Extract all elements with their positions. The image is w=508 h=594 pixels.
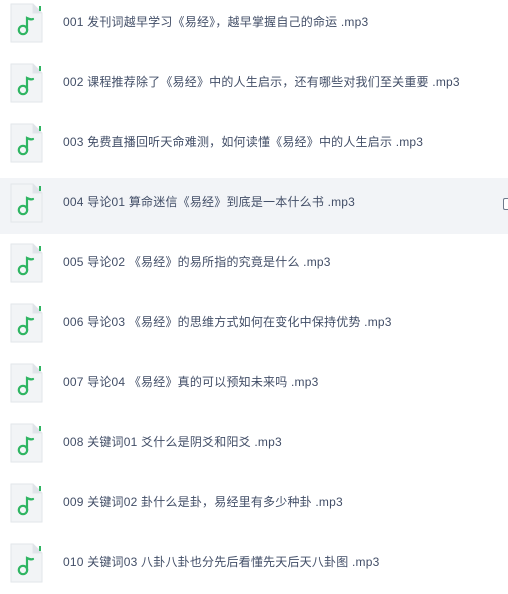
file-name: 004 导论01 算命迷信《易经》到底是一本什么书 .mp3 xyxy=(63,195,356,209)
file-row[interactable]: 007 导论04 《易经》真的可以预知未来吗 .mp3 xyxy=(0,358,508,414)
music-file-icon[interactable] xyxy=(9,423,43,463)
file-row[interactable]: 002 课程推荐除了《易经》中的人生启示，还有哪些对我们至关重要 .mp3 xyxy=(0,58,508,114)
row-checkbox[interactable] xyxy=(503,198,508,210)
file-row[interactable]: 001 发刊词越早学习《易经》，越早掌握自己的命运 .mp3 xyxy=(0,0,508,54)
file-name: 006 导论03 《易经》的思维方式如何在变化中保持优势 .mp3 xyxy=(63,315,392,329)
file-row[interactable]: 004 导论01 算命迷信《易经》到底是一本什么书 .mp3 xyxy=(0,178,508,234)
music-file-icon[interactable] xyxy=(9,363,43,403)
file-list: 001 发刊词越早学习《易经》，越早掌握自己的命运 .mp3 002 课程推荐除了… xyxy=(0,0,508,590)
music-file-icon[interactable] xyxy=(9,63,43,103)
music-file-icon[interactable] xyxy=(9,483,43,523)
file-name: 005 导论02 《易经》的易所指的究竟是什么 .mp3 xyxy=(63,255,331,269)
music-file-icon[interactable] xyxy=(9,543,43,583)
music-file-icon[interactable] xyxy=(9,123,43,163)
music-file-icon[interactable] xyxy=(9,3,43,43)
file-name: 003 免费直播回听天命难测，如何读懂《易经》中的人生启示 .mp3 xyxy=(63,135,424,149)
music-file-icon[interactable] xyxy=(9,303,43,343)
file-row[interactable]: 008 关键词01 爻什么是阴爻和阳爻 .mp3 xyxy=(0,418,508,474)
music-file-icon[interactable] xyxy=(9,183,43,223)
file-name: 007 导论04 《易经》真的可以预知未来吗 .mp3 xyxy=(63,375,319,389)
music-file-icon[interactable] xyxy=(9,243,43,283)
file-name: 008 关键词01 爻什么是阴爻和阳爻 .mp3 xyxy=(63,435,282,449)
file-name: 010 关键词03 八卦八卦也分先后看懂先天后天八卦图 .mp3 xyxy=(63,555,380,569)
file-row[interactable]: 006 导论03 《易经》的思维方式如何在变化中保持优势 .mp3 xyxy=(0,298,508,354)
file-row[interactable]: 010 关键词03 八卦八卦也分先后看懂先天后天八卦图 .mp3 xyxy=(0,538,508,594)
file-row[interactable]: 003 免费直播回听天命难测，如何读懂《易经》中的人生启示 .mp3 xyxy=(0,118,508,174)
file-name: 002 课程推荐除了《易经》中的人生启示，还有哪些对我们至关重要 .mp3 xyxy=(63,75,460,89)
file-row[interactable]: 009 关键词02 卦什么是卦，易经里有多少种卦 .mp3 xyxy=(0,478,508,534)
file-row[interactable]: 005 导论02 《易经》的易所指的究竟是什么 .mp3 xyxy=(0,238,508,294)
file-name: 009 关键词02 卦什么是卦，易经里有多少种卦 .mp3 xyxy=(63,495,343,509)
file-name: 001 发刊词越早学习《易经》，越早掌握自己的命运 .mp3 xyxy=(63,15,369,29)
